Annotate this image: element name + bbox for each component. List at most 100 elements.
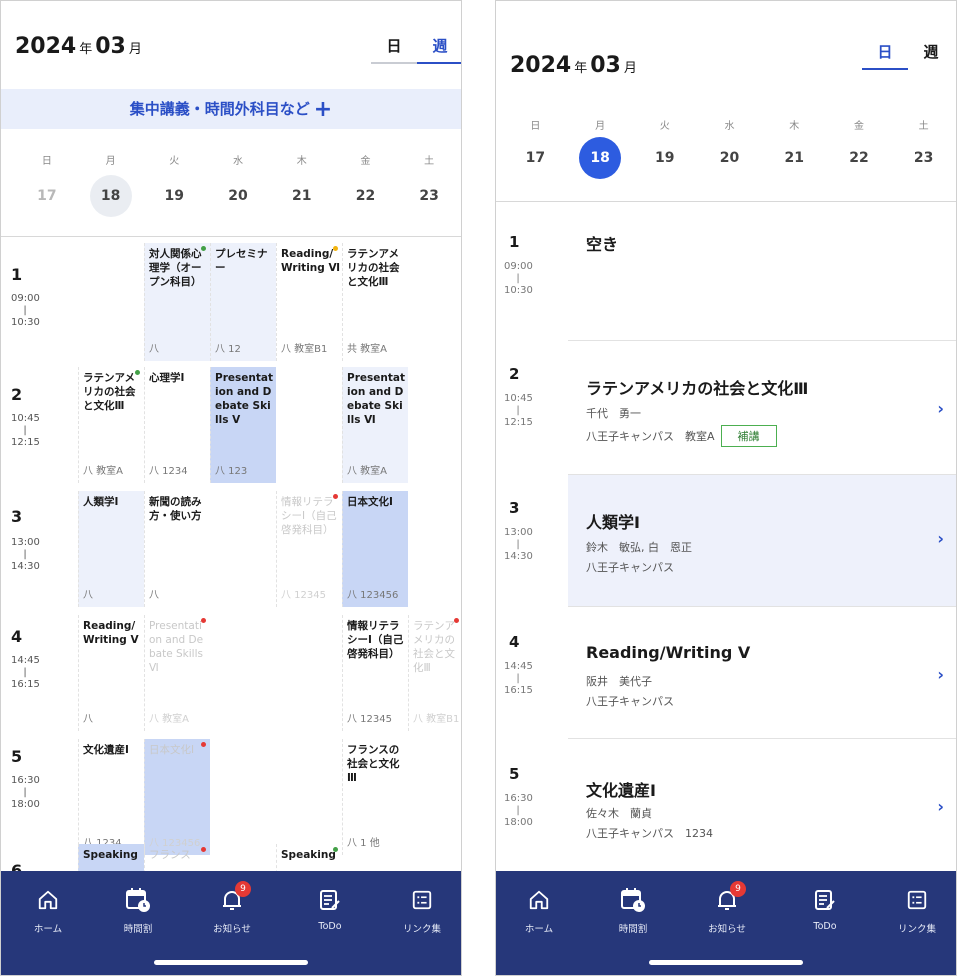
period-3-label: 3 13:00 | 14:30 (1, 487, 78, 607)
bottom-tab-bar: ホーム 時間割 9 お知らせ ToDo リンク集 (1, 871, 461, 975)
day-view-tab[interactable]: 日 (371, 35, 417, 64)
course-cell[interactable]: Reading/Writing Ⅵ 八 教室B1 (276, 243, 342, 361)
tab-notice[interactable]: 9 お知らせ (197, 881, 267, 935)
course-cell[interactable]: Speaking (276, 844, 342, 873)
tab-home[interactable]: ホーム (13, 885, 83, 935)
time-separator: | (516, 805, 520, 816)
date-20[interactable]: 20 (697, 137, 762, 179)
course-cell[interactable]: ラテンアメリカの社会と文化Ⅲ 八 教室B1 (408, 615, 461, 731)
weekday-sun: 日 (530, 121, 541, 132)
start-time: 10:45 (11, 413, 40, 424)
intensive-course-banner[interactable]: 集中講義・時間外科目など + (1, 89, 461, 129)
page-title: 2024 年 03 月 (15, 34, 142, 59)
view-toggle: 日 週 (862, 41, 954, 70)
date-18[interactable]: 18 (568, 137, 633, 179)
course-cell[interactable]: Speaking (78, 844, 144, 873)
status-dot (201, 847, 206, 852)
period-time: 13:00 | 14:30 (504, 527, 533, 563)
tab-links[interactable]: リンク集 (882, 885, 952, 935)
week-view-tab[interactable]: 週 (417, 35, 461, 64)
course-name: Presentation and Debate Skills Ⅵ (347, 372, 405, 426)
week-view-tab[interactable]: 週 (908, 41, 954, 70)
course-cell[interactable]: 対人関係心理学（オープン科目） 八 (144, 243, 210, 361)
day-view-tab[interactable]: 日 (862, 41, 908, 70)
course-cell[interactable]: Presentation and Debate Skills Ⅵ 八 教室A (342, 367, 408, 483)
date-21[interactable]: 21 (762, 137, 827, 179)
end-time: 14:30 (504, 551, 533, 562)
course-name: 心理学Ⅰ (149, 372, 185, 384)
date-23-label: 23 (913, 150, 934, 166)
course-cell[interactable]: 文化遺産Ⅰ 八 1234 (78, 739, 144, 855)
tab-todo[interactable]: ToDo (790, 885, 860, 932)
date-18[interactable]: 18 (79, 175, 143, 217)
end-time: 12:15 (11, 437, 40, 448)
course-cell[interactable]: Presentation and Debate Skills Ⅴ 八 123 (210, 367, 276, 483)
date-21[interactable]: 21 (270, 175, 334, 217)
period-time: 09:00 | 10:30 (11, 293, 40, 329)
tab-links[interactable]: リンク集 (387, 885, 457, 935)
date-19[interactable]: 19 (142, 175, 206, 217)
date-19[interactable]: 19 (632, 137, 697, 179)
weekly-view-screen: 2024 年 03 月 日 週 集中講義・時間外科目など + 日 月 火 水 木 金 土… (0, 0, 462, 976)
course-room: 八 (83, 714, 93, 725)
date-17-label: 17 (525, 150, 546, 166)
tab-home[interactable]: ホーム (504, 885, 574, 935)
course-cell[interactable]: プレセミナー 八 12 (210, 243, 276, 361)
period-number: 1 (11, 265, 23, 284)
course-cell[interactable]: 人類学Ⅰ 八 (78, 491, 144, 607)
course-card[interactable]: Reading/Writing Ⅴ 阪井 美代子 八王子キャンパス › (568, 607, 956, 739)
home-icon (504, 885, 574, 915)
course-cell[interactable]: Reading/Writing Ⅴ 八 (78, 615, 144, 731)
course-card[interactable]: 文化遺産Ⅰ 佐々木 蘭貞 八王子キャンパス 1234 › (568, 739, 956, 873)
date-22[interactable]: 22 (334, 175, 398, 217)
bell-icon: 9 (692, 881, 762, 915)
course-cell[interactable]: 情報リテラシーⅠ（自己啓発科目） 八 12345 (276, 491, 342, 607)
home-indicator[interactable] (154, 960, 308, 965)
course-cell[interactable]: 情報リテラシーⅠ（自己啓発科目） 八 12345 (342, 615, 408, 731)
course-cell[interactable]: 日本文化Ⅰ 八 123456 (342, 491, 408, 607)
course-cell[interactable]: ラテンアメリカの社会と文化Ⅲ 八 教室A (78, 367, 144, 483)
weekday-wed: 水 (724, 121, 735, 132)
weekday-fri: 金 (853, 121, 864, 132)
course-room: 八 12 (215, 344, 241, 355)
end-time: 18:00 (504, 817, 533, 828)
tab-timetable-label: 時間割 (618, 924, 648, 935)
period-1-label: 1 09:00 | 10:30 (1, 239, 78, 359)
course-cell[interactable]: 心理学Ⅰ 八 1234 (144, 367, 210, 483)
course-name: Speaking (83, 849, 138, 861)
course-cell[interactable]: ラテンアメリカの社会と文化Ⅲ 共 教室A (342, 243, 408, 361)
date-23[interactable]: 23 (397, 175, 461, 217)
time-separator: | (516, 273, 520, 284)
tab-todo[interactable]: ToDo (295, 885, 365, 932)
course-card[interactable]: ラテンアメリカの社会と文化Ⅲ 千代 勇一 八王子キャンパス 教室A 補講 › (568, 341, 956, 475)
course-room: 八 教室A (149, 714, 190, 725)
tab-timetable[interactable]: 時間割 (103, 885, 173, 935)
course-cell[interactable]: Presentation and Debate Skills Ⅵ 八 教室A (144, 615, 210, 731)
course-cell[interactable]: フランスの社会と文化Ⅲ 八 1 他 (342, 739, 408, 855)
course-place: 八王子キャンパス 教室A (586, 430, 715, 443)
tab-notice[interactable]: 9 お知らせ (692, 881, 762, 935)
status-dot (201, 618, 206, 623)
course-card[interactable]: 人類学Ⅰ 鈴木 敏弘, 白 恩正 八王子キャンパス › (568, 475, 956, 607)
course-cell[interactable]: 日本文化Ⅰ 八 123456 (144, 739, 210, 855)
weekday-mon: 月 (595, 121, 606, 132)
date-23[interactable]: 23 (891, 137, 956, 179)
course-place: 八王子キャンパス (586, 561, 674, 574)
course-room: 八 教室A (347, 466, 388, 477)
chevron-right-icon: › (937, 399, 944, 418)
date-22[interactable]: 22 (827, 137, 892, 179)
date-row: 17 18 19 20 21 22 23 (15, 175, 461, 217)
date-row: 17 18 19 20 21 22 23 (503, 137, 956, 179)
course-cell[interactable]: フランス (144, 844, 210, 873)
date-17[interactable]: 17 (15, 175, 79, 217)
tab-timetable-label: 時間割 (123, 924, 153, 935)
tab-timetable[interactable]: 時間割 (598, 885, 668, 935)
course-name: 対人関係心理学（オープン科目） (149, 248, 202, 288)
status-dot (454, 618, 459, 623)
status-dot (333, 246, 338, 251)
status-dot (201, 742, 206, 747)
date-20[interactable]: 20 (206, 175, 270, 217)
date-17[interactable]: 17 (503, 137, 568, 179)
course-cell[interactable]: 新聞の読み方・使い方 八 (144, 491, 210, 607)
home-indicator[interactable] (649, 960, 803, 965)
